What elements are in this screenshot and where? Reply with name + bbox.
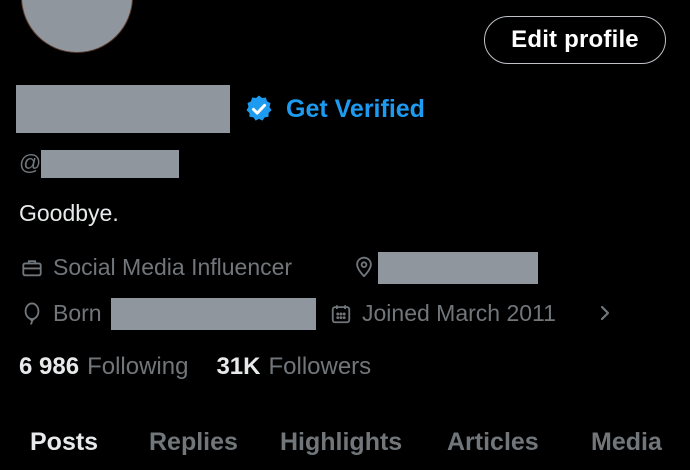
following-label: Following <box>87 353 189 380</box>
followers-label: Followers <box>268 353 372 380</box>
location-redacted <box>378 252 538 284</box>
handle-redacted <box>41 150 179 178</box>
following-link[interactable]: 6 986 Following <box>19 353 188 381</box>
followers-count: 31K <box>216 353 261 380</box>
location-pin-icon <box>353 255 375 279</box>
birthdate-redacted <box>111 298 316 330</box>
location-item <box>353 255 375 279</box>
tab-media[interactable]: Media <box>591 428 662 457</box>
joined-label: Joined March 2011 <box>362 300 556 326</box>
balloon-icon <box>21 302 43 326</box>
follow-stats: 6 986 Following 31K Followers <box>19 353 371 381</box>
bio-text: Goodbye. <box>19 200 119 226</box>
category-item: Social Media Influencer <box>21 254 292 281</box>
born-label: Born <box>53 300 102 326</box>
verified-badge-icon <box>244 94 274 124</box>
tab-replies[interactable]: Replies <box>149 428 238 457</box>
get-verified-link[interactable]: Get Verified <box>244 92 425 126</box>
tab-highlights[interactable]: Highlights <box>280 428 402 457</box>
get-verified-label: Get Verified <box>286 94 425 123</box>
chevron-right-icon[interactable] <box>598 302 612 329</box>
display-name-redacted <box>16 85 230 133</box>
edit-profile-button[interactable]: Edit profile <box>484 16 666 64</box>
calendar-icon <box>330 303 352 325</box>
briefcase-icon <box>21 257 43 279</box>
category-label: Social Media Influencer <box>53 254 293 280</box>
tab-articles[interactable]: Articles <box>447 428 539 457</box>
following-count: 6 986 <box>19 353 80 380</box>
followers-link[interactable]: 31K Followers <box>216 353 371 381</box>
handle-prefix: @ <box>19 150 42 175</box>
tab-posts[interactable]: Posts <box>30 428 98 457</box>
joined-item[interactable]: Joined March 2011 <box>330 300 556 327</box>
born-item: Born <box>21 300 102 327</box>
avatar[interactable] <box>22 0 132 52</box>
